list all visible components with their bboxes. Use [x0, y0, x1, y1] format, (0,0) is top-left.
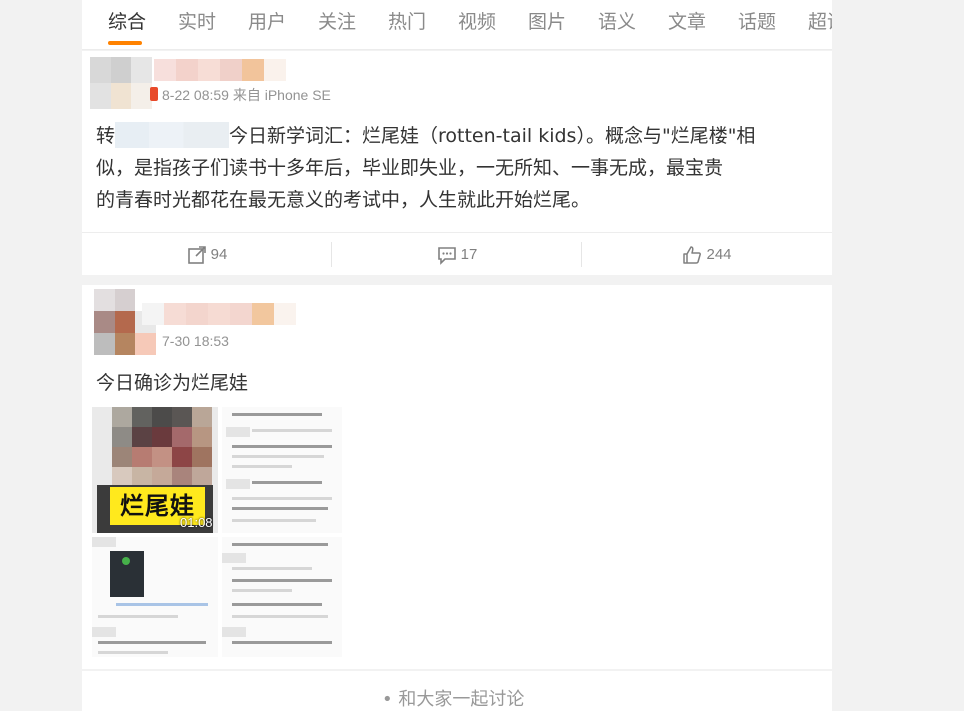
like-count: 244 — [706, 246, 732, 263]
tab-semantic[interactable]: 语义 — [598, 10, 636, 40]
feed-post: 8-22 08:59 来自 iPhone SE 转 今日新学词汇：烂尾娃（rott… — [82, 51, 832, 275]
tab-images[interactable]: 图片 — [528, 10, 566, 40]
post-meta[interactable]: 8-22 08:59 来自 iPhone SE — [162, 85, 331, 105]
post-meta[interactable]: 7-30 18:53 — [162, 333, 229, 349]
search-tab-bar: 综合 实时 用户 关注 热门 视频 图片 语义 文章 话题 超话 — [82, 0, 832, 50]
pixelated-face — [112, 407, 212, 487]
repost-prefix: 转 — [96, 125, 116, 147]
username[interactable] — [154, 59, 286, 81]
post-text: 转今日新学词汇：烂尾娃（rotten-tail kids）。概念与"烂尾楼"相 … — [96, 120, 821, 216]
video-thumbnail[interactable]: 烂尾娃 01:08 — [92, 407, 218, 533]
avatar[interactable] — [90, 57, 152, 109]
repost-icon — [187, 245, 206, 264]
tab-comprehensive[interactable]: 综合 — [108, 10, 146, 40]
status-dot-icon — [122, 557, 130, 565]
post-action-bar: 94 17 244 — [82, 232, 832, 276]
tab-topics[interactable]: 话题 — [738, 10, 776, 40]
image-thumbnail[interactable] — [222, 537, 342, 657]
comment-button[interactable]: 17 — [332, 233, 582, 276]
mention-link[interactable] — [115, 122, 230, 148]
feed-column: 综合 实时 用户 关注 热门 视频 图片 语义 文章 话题 超话 8-22 08… — [82, 0, 832, 711]
comment-count: 17 — [460, 246, 478, 263]
tab-users[interactable]: 用户 — [248, 10, 286, 40]
tab-articles[interactable]: 文章 — [668, 10, 706, 40]
thumbs-up-icon — [683, 245, 702, 264]
tab-video[interactable]: 视频 — [458, 10, 496, 40]
comment-icon — [437, 246, 456, 265]
post-text-line: 似，是指孩子们读书十多年后，毕业即失业，一无所知、一事无成，最宝贵 — [96, 157, 724, 179]
image-thumbnail[interactable] — [92, 537, 218, 657]
repost-count: 94 — [210, 246, 228, 263]
feed-post: 7-30 18:53 今日确诊为烂尾娃 烂尾娃 01:08 — [82, 285, 832, 669]
post-text: 今日确诊为烂尾娃 — [96, 372, 249, 394]
feed-post: • 和大家一起讨论 — [82, 671, 832, 711]
post-media: 烂尾娃 01:08 — [92, 407, 342, 657]
tab-following[interactable]: 关注 — [318, 10, 356, 40]
post-text-line: 的青春时光都花在最无意义的考试中，人生就此开始烂尾。 — [96, 189, 591, 211]
repost-button[interactable]: 94 — [82, 233, 332, 276]
active-tab-indicator — [108, 41, 142, 45]
video-duration: 01:08 — [180, 515, 213, 530]
image-thumbnail[interactable] — [222, 407, 342, 533]
post-text-line: 今日新学词汇：烂尾娃（rotten-tail kids）。概念与"烂尾楼"相 — [229, 125, 756, 147]
tab-hot[interactable]: 热门 — [388, 10, 426, 40]
username[interactable] — [142, 303, 296, 325]
discussion-prompt[interactable]: • 和大家一起讨论 — [382, 685, 524, 711]
tab-super-topics[interactable]: 超话 — [808, 10, 832, 40]
tab-realtime[interactable]: 实时 — [178, 10, 216, 40]
like-button[interactable]: 244 — [582, 233, 832, 276]
vip-badge-icon — [150, 87, 158, 101]
